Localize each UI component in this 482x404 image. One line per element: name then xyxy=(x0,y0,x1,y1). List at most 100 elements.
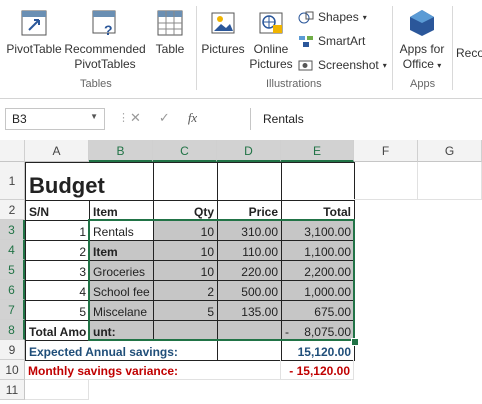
screenshot-label: Screenshot xyxy=(318,58,379,72)
cell-b5[interactable]: Groceries xyxy=(89,260,154,281)
cell-c4[interactable]: 10 xyxy=(153,240,218,261)
cell-g1[interactable] xyxy=(418,162,482,200)
smartart-label: SmartArt xyxy=(318,34,366,48)
insert-function-icon[interactable]: fx xyxy=(188,110,197,126)
cell-c7[interactable]: 5 xyxy=(153,300,218,321)
chevron-down-icon[interactable]: ▼ xyxy=(90,112,98,121)
smartart-button[interactable]: SmartArt xyxy=(298,34,365,48)
cell-b7[interactable]: Miscelane xyxy=(89,300,154,321)
cell-e7[interactable]: 675.00 xyxy=(281,300,355,321)
row-header-5[interactable]: 5 xyxy=(0,260,25,280)
row-header-11[interactable]: 11 xyxy=(0,380,25,400)
shapes-button[interactable]: Shapes ▾ xyxy=(298,10,367,24)
row-header-10[interactable]: 10 xyxy=(0,360,25,380)
column-header-c[interactable]: C xyxy=(153,140,217,162)
cell-a3[interactable]: 1 xyxy=(25,220,90,241)
cell-b6[interactable]: School fee xyxy=(89,280,154,301)
screenshot-button[interactable]: Screenshot ▾ xyxy=(298,58,387,72)
cell-c3[interactable]: 10 xyxy=(153,220,218,241)
cell-e3[interactable]: 3,100.00 xyxy=(281,220,355,241)
cell-d9[interactable] xyxy=(217,340,282,361)
column-header-e[interactable]: E xyxy=(281,140,354,162)
row-header-1[interactable]: 1 xyxy=(0,162,25,200)
cell-c8[interactable] xyxy=(153,320,218,341)
cell-d1[interactable] xyxy=(217,162,282,201)
cell-b2-item-header[interactable]: Item xyxy=(89,200,154,221)
name-box[interactable]: B3 ▼ xyxy=(5,108,105,130)
cell-e2-total-header[interactable]: Total xyxy=(281,200,355,221)
cell-d6[interactable]: 500.00 xyxy=(217,280,282,301)
ribbon-separator xyxy=(196,6,197,90)
row-header-2[interactable]: 2 xyxy=(0,200,25,220)
cell-d8[interactable] xyxy=(217,320,282,341)
pivottable-button[interactable]: PivotTable xyxy=(6,8,62,57)
online-pictures-button[interactable]: Online Pictures xyxy=(248,8,294,72)
cell-d3[interactable]: 310.00 xyxy=(217,220,282,241)
cell-d5[interactable]: 220.00 xyxy=(217,260,282,281)
grip-icon: ⋮ xyxy=(118,112,129,124)
row-header-4[interactable]: 4 xyxy=(0,240,25,260)
row-header-7[interactable]: 7 xyxy=(0,300,25,320)
apps-label-1: Apps for xyxy=(399,42,445,56)
enter-icon[interactable]: ✓ xyxy=(159,110,170,126)
cell-a4[interactable]: 2 xyxy=(25,240,90,261)
cell-a2-sn-header[interactable]: S/N xyxy=(25,200,90,221)
cell-b4[interactable]: Item xyxy=(89,240,154,261)
formula-input[interactable]: Rentals xyxy=(250,108,482,130)
recommended-pivottables-button[interactable]: ? Recommended PivotTables xyxy=(62,8,148,72)
recommended-pivottables-icon: ? xyxy=(90,8,120,38)
apps-for-office-button[interactable]: Apps for Office ▾ xyxy=(396,8,448,73)
svg-text:?: ? xyxy=(104,22,113,38)
formula-actions: ✕ ✓ fx xyxy=(130,110,197,126)
column-header-b[interactable]: B xyxy=(89,140,153,162)
cell-d4[interactable]: 110.00 xyxy=(217,240,282,261)
cell-a6[interactable]: 4 xyxy=(25,280,90,301)
column-header-a[interactable]: A xyxy=(25,140,89,162)
cell-e10-variance-value[interactable]: - 15,120.00 xyxy=(281,360,354,380)
cell-a9-expected-label[interactable]: Expected Annual savings: xyxy=(25,340,218,361)
ribbon-separator xyxy=(392,6,393,90)
online-label-1: Online xyxy=(253,42,289,56)
cell-e6[interactable]: 1,000.00 xyxy=(281,280,355,301)
cell-c6[interactable]: 2 xyxy=(153,280,218,301)
shapes-label: Shapes xyxy=(318,10,359,24)
column-header-g[interactable]: G xyxy=(418,140,482,162)
cell-e1[interactable] xyxy=(281,162,355,201)
cell-c2-qty-header[interactable]: Qty xyxy=(153,200,218,221)
cell-e5[interactable]: 2,200.00 xyxy=(281,260,355,281)
cell-a1-title[interactable]: Budget xyxy=(25,162,154,201)
tables-group-label: Tables xyxy=(80,78,112,90)
cell-e4[interactable]: 1,100.00 xyxy=(281,240,355,261)
cell-a11[interactable] xyxy=(25,380,89,400)
cell-a7[interactable]: 5 xyxy=(25,300,90,321)
cell-a10-variance-label[interactable]: Monthly savings variance: xyxy=(25,360,281,380)
cell-a5[interactable]: 3 xyxy=(25,260,90,281)
cell-b3-active[interactable]: Rentals xyxy=(89,220,154,241)
recommended-charts-button[interactable]: Reco xyxy=(456,46,482,61)
cell-c1[interactable] xyxy=(153,162,218,201)
cell-d7[interactable]: 135.00 xyxy=(217,300,282,321)
pictures-button[interactable]: Pictures xyxy=(200,8,246,57)
cell-d2-price-header[interactable]: Price xyxy=(217,200,282,221)
row-header-6[interactable]: 6 xyxy=(0,280,25,300)
smartart-icon xyxy=(299,36,313,47)
cancel-icon[interactable]: ✕ xyxy=(130,110,141,126)
select-all-corner[interactable] xyxy=(0,140,25,162)
name-box-value: B3 xyxy=(12,112,27,126)
table-button[interactable]: Table xyxy=(152,8,188,57)
cell-b8-total-label[interactable]: unt: xyxy=(89,320,154,341)
cell-e9-expected-value[interactable]: 15,120.00 xyxy=(281,340,355,361)
row-header-8[interactable]: 8 xyxy=(0,320,25,340)
row-header-9[interactable]: 9 xyxy=(0,340,25,360)
column-header-d[interactable]: D xyxy=(217,140,281,162)
cell-a8-total-label[interactable]: Total Amo xyxy=(25,320,90,341)
pictures-label: Pictures xyxy=(201,42,245,56)
chevron-down-icon: ▾ xyxy=(437,61,442,70)
cell-f1[interactable] xyxy=(354,162,418,200)
cell-c5[interactable]: 10 xyxy=(153,260,218,281)
cell-e8-total-value[interactable]: - 8,075.00 xyxy=(281,320,355,341)
row-header-3[interactable]: 3 xyxy=(0,220,25,240)
column-header-f[interactable]: F xyxy=(354,140,418,162)
fill-handle[interactable] xyxy=(351,338,359,346)
online-pictures-icon xyxy=(256,8,286,38)
